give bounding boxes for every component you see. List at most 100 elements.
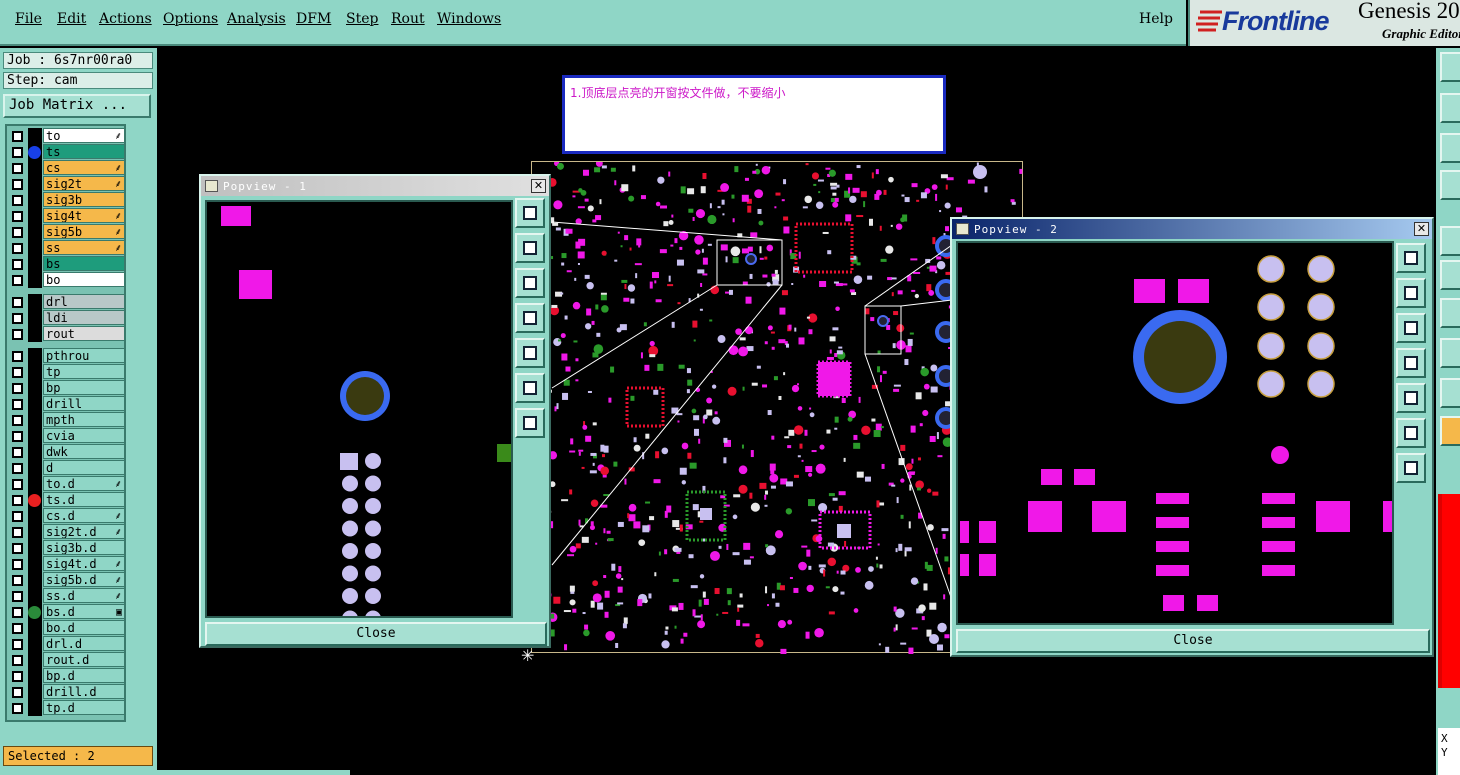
popview-1-canvas[interactable] [205, 200, 513, 627]
menu-help[interactable]: Help [1139, 11, 1173, 27]
layer-row-d[interactable]: d [9, 460, 125, 476]
layer-checkbox[interactable] [12, 399, 23, 410]
toolbar-button-icon[interactable] [1440, 378, 1460, 408]
layer-name[interactable]: sig3b.d [43, 540, 125, 555]
toolbar-button-icon[interactable] [1440, 260, 1460, 290]
layer-name[interactable]: sig4t.d ⸙ [43, 556, 125, 571]
menu-options[interactable]: Options [163, 11, 218, 27]
popview-2-close-icon[interactable]: ✕ [1414, 222, 1429, 236]
layer-row-bp[interactable]: bp [9, 380, 125, 396]
layer-checkbox[interactable] [12, 227, 23, 238]
view-tool-icon[interactable] [1396, 348, 1426, 378]
layer-row-mpth[interactable]: mpth [9, 412, 125, 428]
toolbar-button-icon[interactable] [1440, 52, 1460, 82]
layer-row-ss[interactable]: ss ⸙ [9, 240, 125, 256]
view-tool-icon[interactable] [515, 198, 545, 228]
layer-name[interactable]: sig4t ⸙ [43, 208, 125, 223]
layer-checkbox[interactable] [12, 527, 23, 538]
layer-checkbox[interactable] [12, 511, 23, 522]
view-tool-icon[interactable] [515, 233, 545, 263]
layer-name[interactable]: tp.d [43, 700, 125, 715]
layer-row-ts[interactable]: ts [9, 144, 125, 160]
layer-checkbox[interactable] [12, 383, 23, 394]
layer-name[interactable]: bo.d [43, 620, 125, 635]
layer-name[interactable]: drill.d [43, 684, 125, 699]
layer-name[interactable]: d [43, 460, 125, 475]
layer-name[interactable]: rout.d [43, 652, 125, 667]
layer-row-drl[interactable]: drl [9, 294, 125, 310]
layer-checkbox[interactable] [12, 607, 23, 618]
view-tool-icon[interactable] [515, 303, 545, 333]
job-matrix-button[interactable]: Job Matrix ... [3, 94, 151, 118]
menu-windows[interactable]: Windows [437, 11, 501, 27]
layer-name[interactable]: ldi [43, 310, 125, 325]
layer-row-bp-d[interactable]: bp.d [9, 668, 125, 684]
layer-row-dwk[interactable]: dwk [9, 444, 125, 460]
layer-checkbox[interactable] [12, 131, 23, 142]
layer-name[interactable]: cs.d ⸙ [43, 508, 125, 523]
layer-checkbox[interactable] [12, 297, 23, 308]
layer-row-sig4t[interactable]: sig4t ⸙ [9, 208, 125, 224]
layer-row-sig2t-d[interactable]: sig2t.d ⸙ [9, 524, 125, 540]
layer-row-rout[interactable]: rout [9, 326, 125, 342]
layer-checkbox[interactable] [12, 575, 23, 586]
popview-1-close-icon[interactable]: ✕ [531, 179, 546, 193]
layer-name[interactable]: sig5b.d ⸙ [43, 572, 125, 587]
layer-row-tp[interactable]: tp [9, 364, 125, 380]
layer-name[interactable]: pthrou [43, 348, 125, 363]
view-tool-icon[interactable] [515, 408, 545, 438]
layer-name[interactable]: drl [43, 294, 125, 309]
view-tool-icon[interactable] [515, 268, 545, 298]
layer-checkbox[interactable] [12, 591, 23, 602]
layer-row-sig5b[interactable]: sig5b ⸙ [9, 224, 125, 240]
layer-row-sig3b-d[interactable]: sig3b.d [9, 540, 125, 556]
layer-row-pthrou[interactable]: pthrou [9, 348, 125, 364]
layer-row-cs[interactable]: cs ⸙ [9, 160, 125, 176]
layer-checkbox[interactable] [12, 447, 23, 458]
layer-checkbox[interactable] [12, 463, 23, 474]
layer-checkbox[interactable] [12, 243, 23, 254]
layer-checkbox[interactable] [12, 163, 23, 174]
layer-checkbox[interactable] [12, 639, 23, 650]
layer-checkbox[interactable] [12, 559, 23, 570]
menu-step[interactable]: Step [346, 11, 378, 27]
view-tool-icon[interactable] [515, 338, 545, 368]
toolbar-button-icon[interactable] [1440, 298, 1460, 328]
layer-row-ts-d[interactable]: ts.d [9, 492, 125, 508]
layer-row-to[interactable]: to ⸙ [9, 128, 125, 144]
layer-name[interactable]: bs [43, 256, 125, 271]
layer-name[interactable]: ts.d [43, 492, 125, 507]
view-tool-icon[interactable] [1396, 418, 1426, 448]
layer-name[interactable]: cvia [43, 428, 125, 443]
popview-2-canvas[interactable] [956, 241, 1394, 625]
view-tool-icon[interactable] [515, 373, 545, 403]
layer-row-ss-d[interactable]: ss.d ⸙ [9, 588, 125, 604]
layer-checkbox[interactable] [12, 367, 23, 378]
layer-name[interactable]: bs.d ▣ [43, 604, 125, 619]
layer-name[interactable]: sig5b ⸙ [43, 224, 125, 239]
layer-checkbox[interactable] [12, 687, 23, 698]
view-tool-icon[interactable] [1396, 313, 1426, 343]
layer-row-cvia[interactable]: cvia [9, 428, 125, 444]
layer-name[interactable]: sig3b [43, 192, 125, 207]
layer-checkbox[interactable] [12, 147, 23, 158]
view-tool-icon[interactable] [1396, 278, 1426, 308]
toolbar-button-icon[interactable] [1440, 226, 1460, 256]
layer-name[interactable]: ts [43, 144, 125, 159]
layer-name[interactable]: drl.d [43, 636, 125, 651]
menu-rout[interactable]: Rout [391, 11, 425, 27]
view-tool-icon[interactable] [1396, 383, 1426, 413]
layer-row-to-d[interactable]: to.d ⸙ [9, 476, 125, 492]
layer-name[interactable]: bp [43, 380, 125, 395]
layer-row-bs[interactable]: bs [9, 256, 125, 272]
layer-row-sig3b[interactable]: sig3b [9, 192, 125, 208]
layer-name[interactable]: dwk [43, 444, 125, 459]
menu-file[interactable]: File [15, 11, 42, 27]
layer-name[interactable]: sig2t.d ⸙ [43, 524, 125, 539]
layer-checkbox[interactable] [12, 495, 23, 506]
layer-name[interactable]: to ⸙ [43, 128, 125, 143]
layer-checkbox[interactable] [12, 313, 23, 324]
toolbar-button-icon[interactable] [1440, 133, 1460, 163]
layer-name[interactable]: cs ⸙ [43, 160, 125, 175]
toolbar-button-icon[interactable] [1440, 416, 1460, 446]
